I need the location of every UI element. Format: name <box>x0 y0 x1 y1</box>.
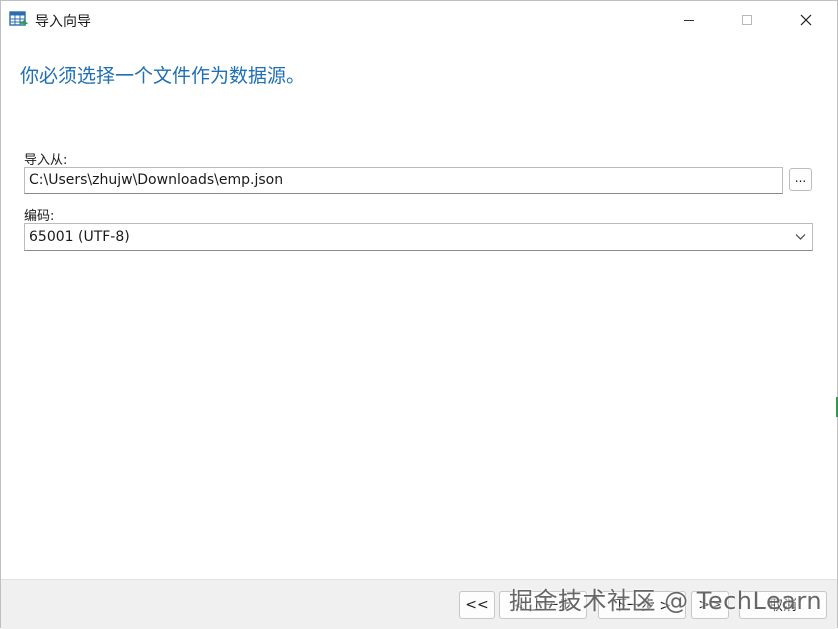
chevron-down-icon <box>795 234 806 240</box>
window-title: 导入向导 <box>35 14 91 30</box>
page-heading: 你必须选择一个文件作为数据源。 <box>20 65 306 87</box>
close-button[interactable] <box>777 1 835 39</box>
encoding-selected-value: 65001 (UTF-8) <box>29 229 130 245</box>
title-bar[interactable]: 导入向导 <box>1 1 837 39</box>
import-wizard-window: 导入向导 你必须选择一个文件作为数据源。 导入从: C:\Users\zhujw… <box>0 0 838 629</box>
encoding-select[interactable]: 65001 (UTF-8) <box>24 223 813 251</box>
encoding-label: 编码: <box>24 209 55 224</box>
import-path-input[interactable]: C:\Users\zhujw\Downloads\emp.json <box>24 167 783 194</box>
watermark: 掘金技术社区 @ TechLearn <box>509 587 823 615</box>
maximize-icon <box>742 15 752 25</box>
maximize-button[interactable] <box>718 1 776 39</box>
minimize-icon <box>684 19 694 21</box>
import-from-label: 导入从: <box>24 153 68 168</box>
close-icon <box>800 14 812 26</box>
table-import-icon <box>9 11 28 27</box>
first-page-button[interactable]: << <box>459 591 495 619</box>
browse-button[interactable]: ... <box>789 168 812 191</box>
minimize-button[interactable] <box>660 1 718 39</box>
